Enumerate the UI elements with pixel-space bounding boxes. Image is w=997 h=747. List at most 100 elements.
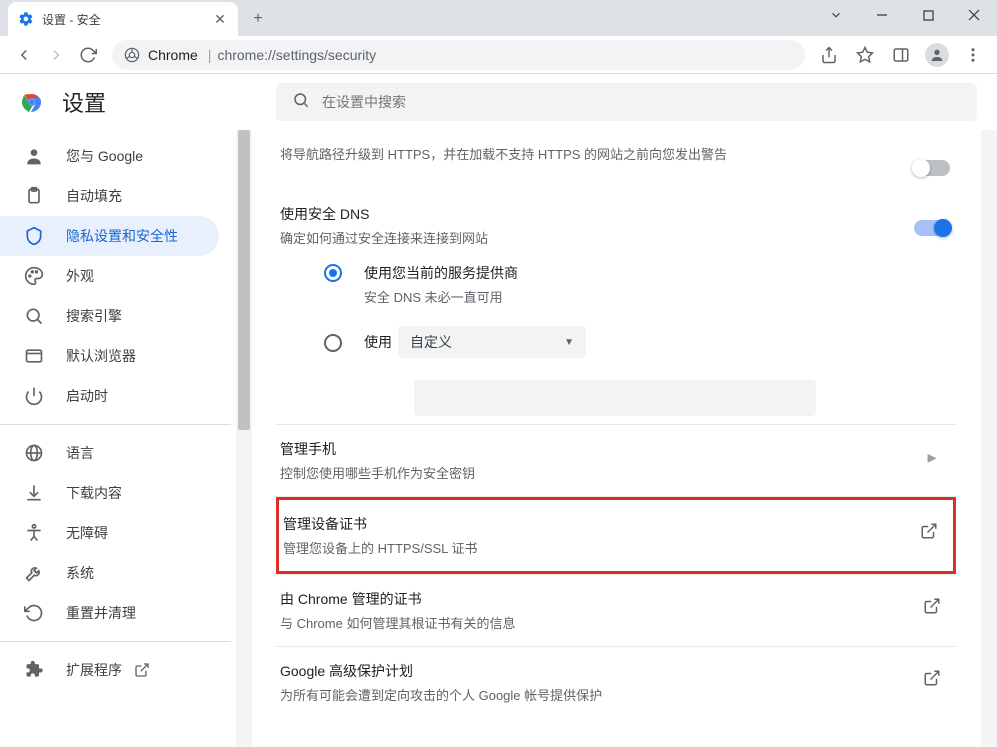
- toggle-secure-dns[interactable]: [914, 220, 950, 236]
- close-icon[interactable]: ✕: [212, 11, 228, 27]
- row-manage-phones[interactable]: 管理手机 控制您使用哪些手机作为安全密钥 ▸: [276, 425, 956, 496]
- sidebar-item-extensions[interactable]: 扩展程序: [0, 650, 219, 690]
- sidebar-item-label: 外观: [66, 266, 94, 286]
- row-chrome-managed-certs[interactable]: 由 Chrome 管理的证书 与 Chrome 如何管理其根证书有关的信息: [276, 575, 956, 646]
- restore-icon: [24, 603, 44, 623]
- browser-toolbar: Chrome | chrome://settings/security: [0, 36, 997, 74]
- row-secure-dns: 使用安全 DNS 确定如何通过安全连接来连接到网站: [276, 190, 956, 253]
- radio-custom-provider[interactable]: 使用 自定义 ▼: [276, 316, 956, 368]
- globe-icon: [24, 443, 44, 463]
- sidebar-item-label: 系统: [66, 563, 94, 583]
- radio-label: 使用您当前的服务提供商: [364, 263, 518, 283]
- browser-icon: [24, 346, 44, 366]
- main-scrollbar[interactable]: [981, 130, 997, 747]
- external-link-icon: [923, 597, 941, 620]
- settings-search[interactable]: [276, 83, 977, 121]
- shield-icon: [24, 226, 44, 246]
- row-description: 管理您设备上的 HTTPS/SSL 证书: [283, 538, 909, 557]
- radio-current-provider[interactable]: 使用您当前的服务提供商 安全 DNS 未必一直可用: [276, 253, 956, 316]
- sidebar-item-search-engine[interactable]: 搜索引擎: [0, 296, 219, 336]
- row-https-upgrade: 将导航路径升级到 HTTPS，并在加载不支持 HTTPS 的网站之前向您发出警告: [276, 130, 956, 190]
- sidebar-item-label: 扩展程序: [66, 660, 122, 680]
- menu-icon[interactable]: [957, 39, 989, 71]
- sidebar-item-label: 下载内容: [66, 483, 122, 503]
- sidebar-item-appearance[interactable]: 外观: [0, 256, 219, 296]
- row-manage-certificates[interactable]: 管理设备证书 管理您设备上的 HTTPS/SSL 证书: [276, 497, 956, 574]
- palette-icon: [24, 266, 44, 286]
- omnibox-url: chrome://settings/security: [217, 47, 376, 63]
- maximize-button[interactable]: [905, 0, 951, 30]
- select-value: 自定义: [410, 332, 452, 352]
- page-title: 设置: [62, 86, 106, 118]
- sidebar-item-accessibility[interactable]: 无障碍: [0, 513, 219, 553]
- sidebar-item-privacy-security[interactable]: 隐私设置和安全性: [0, 216, 219, 256]
- scrollbar-thumb[interactable]: [238, 130, 250, 430]
- sidebar-item-on-startup[interactable]: 启动时: [0, 376, 219, 416]
- custom-dns-input[interactable]: [414, 380, 816, 416]
- row-title: 管理手机: [280, 439, 912, 459]
- sidebar-item-label: 自动填充: [66, 186, 122, 206]
- close-window-button[interactable]: [951, 0, 997, 30]
- share-icon[interactable]: [813, 39, 845, 71]
- settings-sidebar: 您与 Google 自动填充 隐私设置和安全性 外观 搜索引擎: [0, 130, 232, 690]
- profile-avatar[interactable]: [921, 39, 953, 71]
- radio-button[interactable]: [324, 264, 342, 282]
- extension-icon: [24, 660, 44, 680]
- browser-tab[interactable]: 设置 - 安全 ✕: [8, 2, 238, 36]
- sidebar-item-downloads[interactable]: 下载内容: [0, 473, 219, 513]
- sidebar-item-label: 隐私设置和安全性: [66, 226, 178, 246]
- chevron-down-icon[interactable]: [813, 0, 859, 30]
- toggle-https-upgrade[interactable]: [914, 160, 950, 176]
- sidebar-scrollbar[interactable]: [236, 130, 252, 747]
- forward-button[interactable]: [40, 39, 72, 71]
- chrome-icon: [124, 47, 140, 63]
- row-title: Google 高级保护计划: [280, 661, 912, 681]
- sidebar-item-reset[interactable]: 重置并清理: [0, 593, 219, 633]
- external-link-icon: [134, 662, 150, 678]
- reload-button[interactable]: [72, 39, 104, 71]
- omnibox-separator: |: [208, 47, 212, 63]
- window-title-bar: 设置 - 安全 ✕ +: [0, 0, 997, 36]
- sidebar-divider: [0, 641, 231, 642]
- back-button[interactable]: [8, 39, 40, 71]
- accessibility-icon: [24, 523, 44, 543]
- sidebar-item-label: 启动时: [66, 386, 108, 406]
- sidebar-item-system[interactable]: 系统: [0, 553, 219, 593]
- omnibox-label: Chrome: [148, 47, 198, 63]
- tab-title: 设置 - 安全: [42, 11, 212, 28]
- search-input[interactable]: [322, 94, 961, 110]
- bookmark-icon[interactable]: [849, 39, 881, 71]
- external-link-icon: [923, 669, 941, 692]
- external-link-icon: [920, 522, 938, 545]
- address-bar[interactable]: Chrome | chrome://settings/security: [112, 40, 805, 70]
- sidepanel-icon[interactable]: [885, 39, 917, 71]
- search-icon: [24, 306, 44, 326]
- sidebar-item-autofill[interactable]: 自动填充: [0, 176, 219, 216]
- sidebar-item-default-browser[interactable]: 默认浏览器: [0, 336, 219, 376]
- download-icon: [24, 483, 44, 503]
- dns-provider-select[interactable]: 自定义 ▼: [398, 326, 586, 358]
- sidebar-item-you-and-google[interactable]: 您与 Google: [0, 136, 219, 176]
- sidebar-divider: [0, 424, 231, 425]
- sidebar-item-label: 语言: [66, 443, 94, 463]
- radio-button[interactable]: [324, 334, 342, 352]
- window-controls: [813, 0, 997, 36]
- row-advanced-protection[interactable]: Google 高级保护计划 为所有可能会遭到定向攻击的个人 Google 帐号提…: [276, 647, 956, 718]
- power-icon: [24, 386, 44, 406]
- radio-description: 安全 DNS 未必一直可用: [364, 287, 518, 306]
- row-title: 管理设备证书: [283, 514, 909, 534]
- settings-main: 将导航路径升级到 HTTPS，并在加载不支持 HTTPS 的网站之前向您发出警告…: [252, 130, 997, 747]
- sidebar-item-language[interactable]: 语言: [0, 433, 219, 473]
- row-description: 确定如何通过安全连接来连接到网站: [280, 228, 912, 247]
- sidebar-item-label: 无障碍: [66, 523, 108, 543]
- row-description: 控制您使用哪些手机作为安全密钥: [280, 463, 912, 482]
- person-icon: [24, 146, 44, 166]
- new-tab-button[interactable]: +: [244, 5, 272, 33]
- chevron-right-icon: ▸: [927, 447, 936, 468]
- sidebar-item-label: 您与 Google: [66, 146, 143, 166]
- minimize-button[interactable]: [859, 0, 905, 30]
- row-description: 将导航路径升级到 HTTPS，并在加载不支持 HTTPS 的网站之前向您发出警告: [280, 144, 912, 163]
- settings-header: 设置: [0, 74, 997, 130]
- sidebar-item-label: 重置并清理: [66, 603, 136, 623]
- row-description: 为所有可能会遭到定向攻击的个人 Google 帐号提供保护: [280, 685, 912, 704]
